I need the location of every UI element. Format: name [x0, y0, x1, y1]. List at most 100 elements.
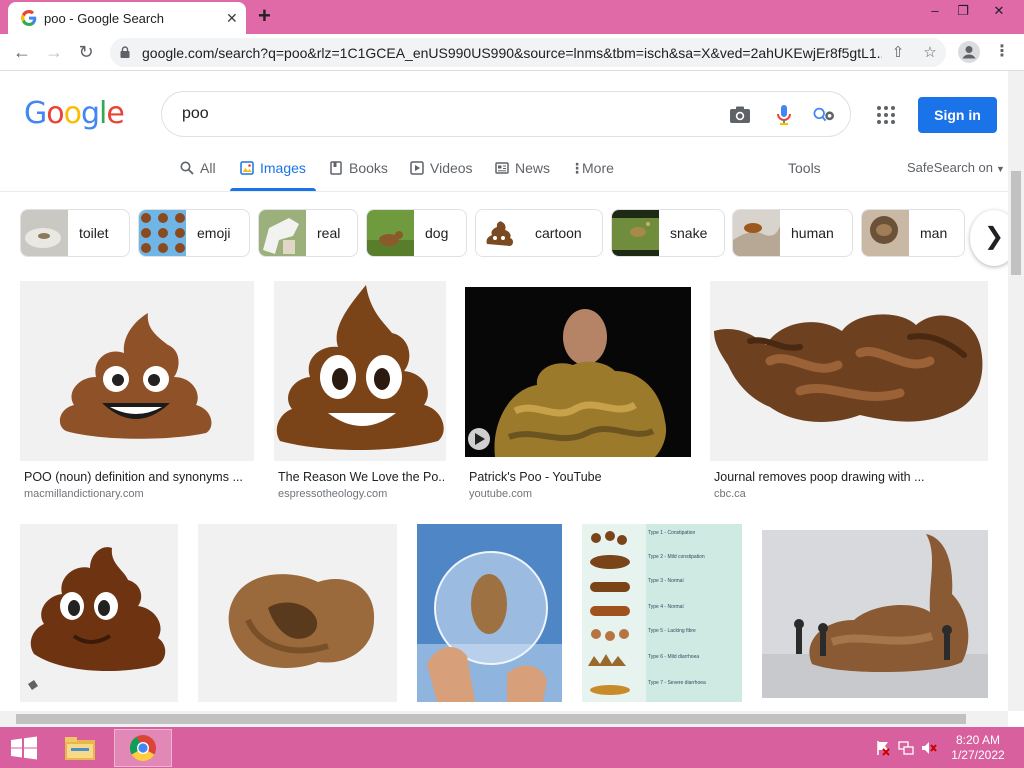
share-icon[interactable]: ⇧ [888, 43, 908, 63]
tab-books[interactable]: Books [329, 160, 388, 182]
result-image [20, 524, 178, 702]
lock-icon [120, 46, 130, 58]
tab-news[interactable]: News [495, 160, 550, 182]
sign-in-button[interactable]: Sign in [918, 97, 997, 133]
image-icon [240, 161, 254, 175]
tools-button[interactable]: Tools [788, 160, 821, 182]
result-image [710, 281, 988, 461]
browser-toolbar: ← → ↻ google.com/search?q=poo&rlz=1C1GCE… [0, 34, 1024, 71]
image-result[interactable] [20, 524, 178, 702]
file-explorer-icon[interactable] [63, 734, 97, 762]
chart-label: Type 6 - Mild diarrhoea [648, 654, 699, 660]
taskbar-clock[interactable]: 8:20 AM 1/27/2022 [948, 733, 1008, 763]
apps-grid-icon[interactable] [876, 105, 896, 125]
windows-start-icon[interactable] [10, 736, 38, 760]
result-image [198, 524, 397, 702]
safesearch-button[interactable]: SafeSearch on ▼ [907, 160, 1005, 182]
tab-label: News [515, 160, 551, 176]
reload-button[interactable]: ↻ [74, 40, 98, 64]
chip-cartoon[interactable]: cartoon [475, 209, 603, 257]
new-tab-button[interactable]: + [258, 3, 271, 29]
search-input[interactable]: poo [182, 105, 209, 123]
tab-more[interactable]: ⋮More [570, 160, 614, 182]
result-caption[interactable]: Patrick's Poo - YouTube [469, 470, 689, 484]
chip-human[interactable]: human [732, 209, 853, 257]
result-caption[interactable]: The Reason We Love the Po... [278, 470, 444, 484]
image-result[interactable] [417, 524, 562, 702]
result-image [20, 281, 254, 461]
image-result[interactable]: Patrick's Poo - YouTube youtube.com [465, 281, 691, 501]
logo-letter: g [80, 96, 100, 131]
chip-emoji[interactable]: emoji [138, 209, 250, 257]
image-result[interactable]: Type 1 - Constipation Type 2 - Mild cons… [582, 524, 742, 702]
logo-letter: o [46, 96, 64, 131]
result-caption[interactable]: Journal removes poop drawing with ... [714, 470, 986, 484]
chart-label: Type 4 - Normal [648, 604, 684, 610]
search-box[interactable]: poo [161, 91, 851, 137]
logo-letter: o [63, 96, 82, 131]
bookmark-star-icon[interactable]: ☆ [920, 43, 940, 63]
close-window-button[interactable]: ✕ [982, 1, 1016, 21]
tab-title: poo - Google Search [44, 11, 164, 26]
result-caption[interactable]: POO (noun) definition and synonyms ... [24, 470, 250, 484]
chip-dog[interactable]: dog [366, 209, 467, 257]
tab-all[interactable]: All [180, 160, 216, 182]
back-button[interactable]: ← [10, 40, 34, 64]
google-logo[interactable]: Google [24, 96, 125, 131]
image-result[interactable] [762, 524, 988, 702]
chip-label: dog [425, 225, 449, 241]
chip-man[interactable]: man [861, 209, 965, 257]
chip-toilet[interactable]: toilet [20, 209, 130, 257]
chip-real[interactable]: real [258, 209, 358, 257]
forward-button[interactable]: → [42, 40, 66, 64]
result-image [274, 281, 446, 461]
browser-tab[interactable]: poo - Google Search ✕ [8, 2, 246, 34]
horizontal-scrollbar[interactable] [0, 711, 1008, 727]
result-image [762, 524, 988, 702]
image-result[interactable]: The Reason We Love the Po... espressothe… [274, 281, 446, 501]
tab-label: All [200, 160, 216, 176]
chip-label: man [920, 225, 948, 241]
chip-thumbnail [733, 210, 780, 256]
windows-taskbar: 8:20 AM 1/27/2022 [0, 727, 1024, 768]
chip-label: snake [670, 225, 708, 241]
result-source[interactable]: youtube.com [469, 488, 532, 500]
chip-snake[interactable]: snake [611, 209, 725, 257]
search-settings-icon[interactable] [812, 103, 836, 127]
logo-letter: e [106, 96, 124, 131]
image-result[interactable] [198, 524, 397, 702]
action-center-flag-icon[interactable] [875, 740, 891, 756]
chip-label: human [791, 225, 834, 241]
chip-thumbnail [476, 210, 523, 256]
maximize-button[interactable]: ❐ [946, 1, 980, 21]
result-source[interactable]: macmillandictionary.com [24, 488, 144, 500]
chrome-taskbar-button[interactable] [114, 729, 172, 767]
volume-muted-icon[interactable] [921, 740, 937, 756]
vertical-scroll-thumb[interactable] [1011, 171, 1021, 275]
play-icon [410, 161, 424, 175]
tab-close-icon[interactable]: ✕ [226, 10, 238, 27]
vertical-scrollbar[interactable] [1008, 71, 1024, 711]
result-source[interactable]: espressotheology.com [278, 488, 387, 500]
result-source[interactable]: cbc.ca [714, 488, 746, 500]
image-result[interactable]: Journal removes poop drawing with ... cb… [710, 281, 988, 501]
chip-label: real [317, 225, 341, 241]
camera-search-icon[interactable] [728, 103, 752, 127]
tab-images[interactable]: Images [240, 160, 306, 182]
horizontal-scroll-thumb[interactable] [16, 714, 966, 724]
microphone-icon[interactable] [772, 103, 796, 127]
network-icon[interactable] [898, 740, 914, 756]
address-bar[interactable]: google.com/search?q=poo&rlz=1C1GCEA_enUS… [110, 38, 946, 67]
search-icon [180, 161, 194, 175]
chrome-menu-icon[interactable]: ⋮ [990, 40, 1014, 64]
image-result[interactable]: POO (noun) definition and synonyms ... m… [20, 281, 254, 501]
profile-avatar-icon[interactable] [958, 41, 980, 63]
tab-label: More [582, 160, 614, 176]
tab-videos[interactable]: Videos [410, 160, 473, 182]
book-icon [330, 161, 342, 175]
news-icon [495, 162, 509, 174]
chart-label: Type 2 - Mild constipation [648, 554, 705, 560]
chip-thumbnail [21, 210, 68, 256]
chevron-right-icon: ❯ [983, 223, 1005, 250]
chip-thumbnail [367, 210, 414, 256]
